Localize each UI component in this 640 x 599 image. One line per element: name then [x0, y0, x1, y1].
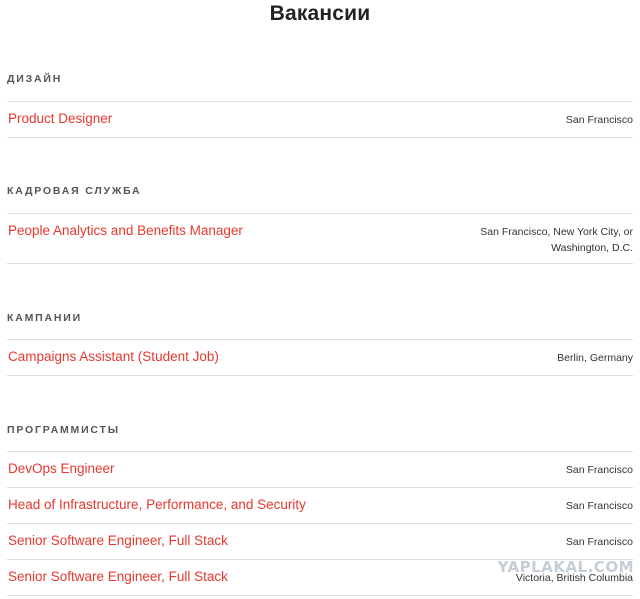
job-location-line: San Francisco: [565, 536, 633, 548]
job-location: San Francisco, New York City, or Washing…: [480, 224, 633, 256]
job-location-line: San Francisco: [565, 114, 633, 126]
job-link-senior-software-engineer-sf[interactable]: Senior Software Engineer, Full Stack: [8, 533, 228, 548]
divider: [7, 339, 633, 340]
job-link-head-of-infrastructure[interactable]: Head of Infrastructure, Performance, and…: [8, 497, 306, 512]
divider: [7, 523, 633, 524]
job-location: Berlin, Germany: [557, 350, 633, 366]
job-location: San Francisco: [566, 534, 633, 550]
watermark-logo: YAPLAKAL.COM: [497, 558, 634, 576]
divider: [7, 101, 633, 102]
divider: [7, 487, 633, 488]
job-location-line: Washington, D.C.: [551, 242, 633, 254]
job-location-line: Berlin, Germany: [557, 352, 633, 364]
divider: [7, 263, 633, 264]
job-location: San Francisco: [566, 498, 633, 514]
job-link-senior-software-engineer-victoria[interactable]: Senior Software Engineer, Full Stack: [8, 569, 228, 584]
page-title: Вакансии: [269, 2, 371, 25]
divider: [7, 213, 633, 214]
section-heading-campaigns: КАМПАНИИ: [7, 312, 82, 324]
job-location: San Francisco: [566, 112, 633, 128]
section-heading-engineering: ПРОГРАММИСТЫ: [7, 424, 120, 436]
divider: [7, 137, 633, 138]
job-link-devops-engineer[interactable]: DevOps Engineer: [8, 461, 115, 476]
section-heading-design: ДИЗАЙН: [7, 73, 63, 85]
job-link-campaigns-assistant[interactable]: Campaigns Assistant (Student Job): [8, 349, 219, 364]
job-location-line: San Francisco, New York City, or: [480, 226, 633, 238]
job-location-line: San Francisco: [565, 464, 633, 476]
divider: [7, 375, 633, 376]
job-location-line: San Francisco: [565, 500, 633, 512]
job-link-people-analytics[interactable]: People Analytics and Benefits Manager: [8, 223, 243, 238]
divider: [7, 595, 633, 596]
job-link-product-designer[interactable]: Product Designer: [8, 111, 112, 126]
divider: [7, 451, 633, 452]
job-location: San Francisco: [566, 462, 633, 478]
section-heading-hr: КАДРОВАЯ СЛУЖБА: [7, 185, 142, 197]
